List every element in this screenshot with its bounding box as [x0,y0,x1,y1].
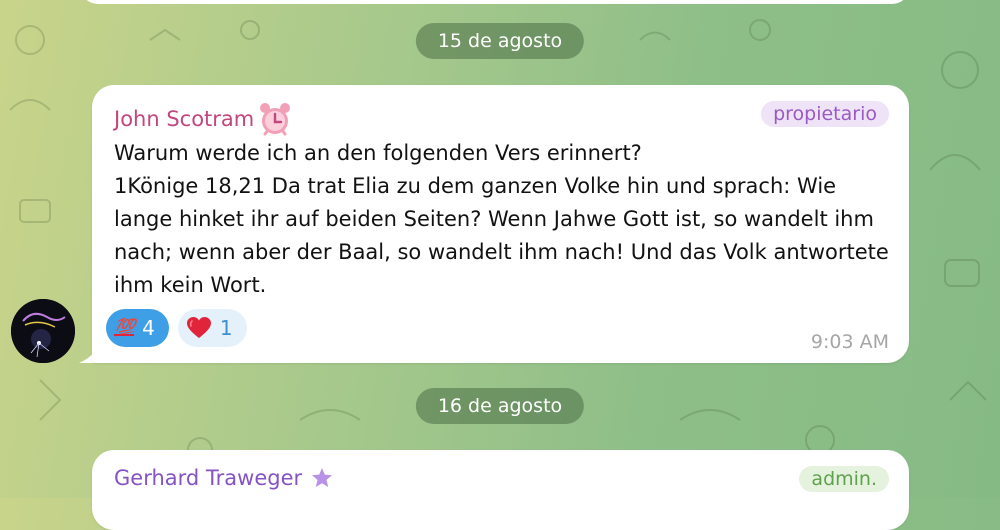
hundred-points-icon: 💯 [114,318,135,338]
message-text: Warum werde ich an den folgenden Vers er… [114,141,889,297]
avatar[interactable] [11,299,75,363]
reactions-bar: 💯 4 1 [106,309,247,347]
message-time: 9:03 AM [810,331,889,353]
heart-icon [186,316,212,340]
sender-name[interactable]: John Scotram [114,101,293,137]
message-bubble[interactable]: John Scotram propietario Warum werde ich… [92,85,909,363]
sender-name[interactable]: Gerhard Traweger [114,466,333,490]
alarm-clock-icon [257,101,293,137]
reaction-heart[interactable]: 1 [177,309,247,347]
reaction-count: 4 [142,316,155,340]
star-icon [311,467,333,489]
role-badge: propietario [761,101,889,127]
role-badge: admin. [799,466,889,492]
date-separator: 15 de agosto [415,23,585,59]
sender-name-text: John Scotram [114,107,255,131]
date-separator: 16 de agosto [415,388,585,424]
previous-message-bubble-edge [80,0,910,4]
reaction-hundred[interactable]: 💯 4 [106,309,169,347]
sender-name-text: Gerhard Traweger [114,466,303,490]
reaction-count: 1 [219,316,233,340]
avatar-image [11,299,75,363]
message-bubble[interactable]: Gerhard Traweger admin. [92,450,909,530]
